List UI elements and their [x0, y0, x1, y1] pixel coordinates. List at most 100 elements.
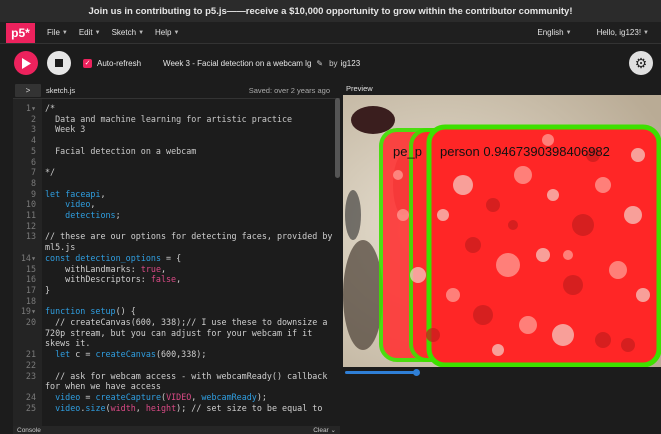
landmark-dot: [547, 189, 559, 201]
code-line[interactable]: 2 Data and machine learning for artistic…: [13, 114, 340, 125]
preview-progress[interactable]: [345, 369, 420, 376]
line-number: 21: [25, 349, 36, 360]
user-menu[interactable]: Hello, ig123! ▼: [597, 28, 649, 37]
expand-sidebar-button[interactable]: >: [15, 83, 41, 97]
code-line[interactable]: 22: [13, 360, 340, 371]
line-number: 5: [30, 145, 36, 156]
console-bar[interactable]: Console Clear ⌄: [13, 426, 340, 434]
preview-canvas[interactable]: pe_p person 0.9467390398406982: [343, 95, 661, 367]
line-number: 8: [30, 177, 36, 188]
chevron-right-icon: >: [25, 85, 31, 95]
file-tab[interactable]: sketch.js: [46, 86, 75, 95]
menu-edit-label: Edit: [78, 28, 93, 37]
line-number: 17: [25, 284, 36, 295]
code-editor[interactable]: 1▾ /* 2 Data and machine learning for arti…: [13, 98, 340, 426]
menu-edit[interactable]: Edit ▼: [79, 28, 101, 37]
code-line[interactable]: 6: [13, 157, 340, 168]
detection-label-2: person 0.9467390398406982: [440, 144, 610, 159]
code-text: // these are our options for detecting f…: [45, 231, 338, 253]
settings-button[interactable]: ⚙: [629, 51, 653, 75]
landmark-dot: [446, 288, 460, 302]
code-line[interactable]: 24 video = createCapture(VIDEO, webcamRe…: [13, 392, 340, 403]
preview-drawing: pe_p person 0.9467390398406982: [343, 95, 661, 367]
code-line[interactable]: 7 */: [13, 167, 340, 178]
menu-bar: File ▼ Edit ▼ Sketch ▼ Help ▼: [40, 28, 183, 37]
code-area[interactable]: 1▾ /* 2 Data and machine learning for arti…: [13, 103, 340, 413]
code-line[interactable]: 11 detections;: [13, 210, 340, 221]
auto-refresh-checkbox[interactable]: ✓: [83, 58, 92, 68]
code-line[interactable]: 21 let c = createCanvas(600,338);: [13, 349, 340, 360]
code-line[interactable]: 15 withLandmarks: true,: [13, 264, 340, 275]
code-line[interactable]: 23 // ask for webcam access - with webca…: [13, 371, 340, 392]
chevron-down-icon: ▼: [94, 29, 101, 36]
menu-sketch[interactable]: Sketch ▼: [112, 28, 144, 37]
code-line[interactable]: 14▾ const detection_options = {: [13, 253, 340, 264]
code-line[interactable]: 17}: [13, 285, 340, 296]
code-text: function setup() {: [45, 306, 136, 317]
chevron-down-icon: ⌄: [330, 427, 336, 434]
line-number: 14▾: [20, 252, 36, 263]
landmark-dot: [621, 338, 635, 352]
preview-progress-knob[interactable]: [413, 369, 420, 376]
line-number: 24: [25, 391, 36, 402]
menu-sketch-label: Sketch: [111, 28, 137, 37]
code-line[interactable]: 10 video,: [13, 199, 340, 210]
menu-file[interactable]: File ▼: [47, 28, 68, 37]
line-number: 16: [25, 274, 36, 285]
p5-logo[interactable]: p5*: [6, 22, 35, 43]
landmark-dot: [453, 175, 473, 195]
landmark-dot: [563, 275, 583, 295]
code-line[interactable]: 16 withDescriptors: false,: [13, 274, 340, 285]
pencil-icon[interactable]: ✎: [316, 59, 323, 68]
code-line[interactable]: 25 video.size(width, height); // set siz…: [13, 403, 340, 414]
editor-header: > sketch.js Saved: over 2 years ago: [0, 82, 340, 98]
banner-text[interactable]: Join us in contributing to p5.js——receiv…: [88, 6, 572, 17]
code-line[interactable]: 12: [13, 221, 340, 232]
code-line[interactable]: 19▾ function setup() {: [13, 306, 340, 317]
chevron-down-icon: ▼: [173, 29, 180, 36]
top-nav: p5* File ▼ Edit ▼ Sketch ▼ Help ▼ English ▼ H…: [0, 22, 661, 44]
user-greeting: Hello, ig123!: [596, 28, 642, 37]
auto-refresh-label: Auto-refresh: [97, 58, 142, 68]
sketch-name[interactable]: Week 3 - Facial detection on a webcam lg: [163, 59, 311, 68]
sidebar-collapsed: [0, 98, 13, 434]
code-line[interactable]: 4: [13, 135, 340, 146]
landmark-dot: [397, 209, 409, 221]
code-line[interactable]: 20 // createCanvas(600, 338);// I use th…: [13, 317, 340, 349]
line-number: 6: [30, 156, 36, 167]
line-number: 3: [30, 124, 36, 135]
author-link[interactable]: ig123: [341, 59, 361, 68]
line-number: 20: [25, 317, 36, 328]
landmark-dot: [473, 305, 493, 325]
code-line[interactable]: 5 Facial detection on a webcam: [13, 146, 340, 157]
detection-box-3: [426, 124, 661, 367]
code-line[interactable]: 9 let faceapi,: [13, 189, 340, 200]
code-line[interactable]: 8: [13, 178, 340, 189]
code-line[interactable]: 3 Week 3: [13, 124, 340, 135]
landmark-dot: [595, 332, 611, 348]
code-text: Week 3: [45, 124, 86, 135]
announcement-banner[interactable]: Join us in contributing to p5.js——receiv…: [0, 0, 661, 22]
menu-help[interactable]: Help ▼: [155, 28, 179, 37]
landmark-dot: [465, 237, 481, 253]
play-icon: [22, 57, 31, 69]
code-text: /*: [45, 103, 56, 113]
code-line[interactable]: 18: [13, 296, 340, 307]
preview-label: Preview: [346, 84, 373, 93]
line-number: 1▾: [25, 103, 36, 113]
editor-scrollbar[interactable]: [335, 98, 340, 178]
language-menu[interactable]: English ▼: [537, 28, 571, 37]
landmark-dot: [410, 267, 426, 283]
stop-button[interactable]: [47, 51, 71, 75]
code-line[interactable]: 13 // these are our options for detecting…: [13, 231, 340, 252]
play-button[interactable]: [14, 51, 38, 75]
code-line[interactable]: 1▾ /*: [13, 103, 340, 114]
code-text: withLandmarks: true,: [45, 263, 167, 274]
chevron-down-icon: ▼: [565, 29, 572, 36]
landmark-dot: [609, 261, 627, 279]
code-text: Data and machine learning for artistic p…: [45, 113, 293, 124]
console-clear-button[interactable]: Clear ⌄: [313, 426, 336, 434]
